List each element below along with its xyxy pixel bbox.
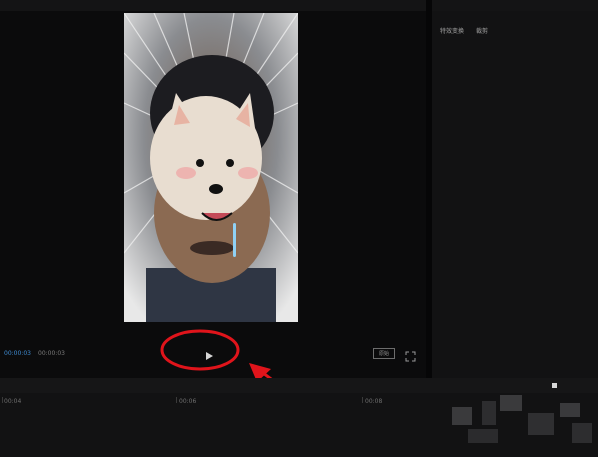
ruler-label: 00:08 — [365, 398, 383, 405]
current-time: 00:00:03 — [4, 350, 31, 357]
timeline-toolbar — [0, 378, 598, 393]
tab-crop[interactable]: 裁剪 — [476, 26, 488, 35]
preview-panel: 00:00:03 00:00:03 原始 — [0, 11, 426, 378]
ruler-tick — [176, 397, 177, 403]
timeline-zoom-handle[interactable] — [552, 383, 557, 388]
tab-effect-transform[interactable]: 特效变换 — [440, 26, 464, 35]
properties-panel: 特效变换 裁剪 — [432, 11, 598, 378]
watermark-block — [452, 407, 472, 425]
fullscreen-icon — [405, 351, 416, 362]
timeline[interactable]: 00:04 00:06 00:08 — [0, 393, 598, 457]
properties-tabs: 特效变换 裁剪 — [440, 26, 488, 35]
watermark-block — [572, 423, 592, 443]
title-bar — [0, 0, 598, 11]
ruler-label: 00:06 — [179, 398, 197, 405]
watermark-block — [560, 403, 580, 417]
play-button[interactable] — [196, 348, 222, 364]
watermark-block — [482, 401, 496, 425]
aspect-ratio-button[interactable]: 原始 — [373, 348, 395, 359]
fullscreen-button[interactable] — [405, 347, 416, 362]
ruler-tick — [362, 397, 363, 403]
total-duration: 00:00:03 — [38, 350, 65, 357]
video-preview — [124, 13, 298, 322]
watermark-block — [500, 395, 522, 411]
watermark-block — [528, 413, 554, 435]
ruler-label: 00:04 — [4, 398, 22, 405]
play-icon — [206, 352, 213, 360]
ruler-tick — [2, 397, 3, 403]
watermark-block — [468, 429, 498, 443]
